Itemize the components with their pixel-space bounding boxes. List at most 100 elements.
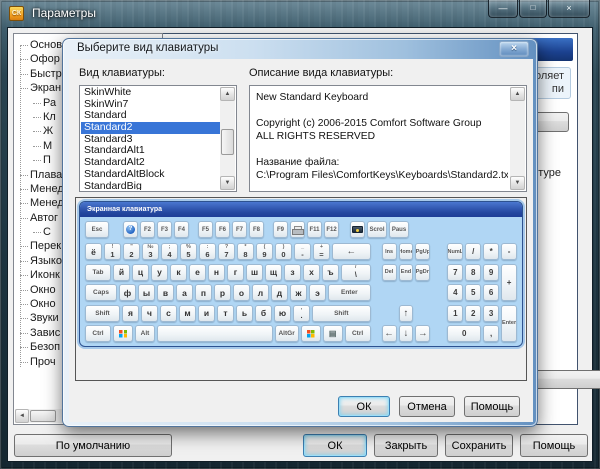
key-arrow[interactable]: ↓: [399, 325, 414, 342]
key-2[interactable]: 2: [465, 305, 481, 322]
kb-key[interactable]: (9: [256, 243, 273, 260]
key-f12[interactable]: F12: [324, 221, 339, 238]
key-numpad-enter[interactable]: Enter: [501, 305, 517, 343]
kb-key[interactable]: у: [151, 264, 168, 281]
key-f3[interactable]: F3: [157, 221, 172, 238]
key-7[interactable]: 7: [447, 264, 463, 281]
kb-key[interactable]: ш: [246, 264, 263, 281]
key-pgup[interactable]: PgUp: [415, 243, 430, 260]
key-5[interactable]: 5: [465, 284, 481, 301]
key-scroll-lock[interactable]: Scrol: [367, 221, 387, 238]
key-menu[interactable]: ▤: [323, 325, 343, 342]
ok-button[interactable]: ОК: [303, 434, 367, 457]
kb-key[interactable]: *8: [237, 243, 254, 260]
kb-key[interactable]: ;4: [161, 243, 178, 260]
key-pgdn[interactable]: PgDn: [415, 264, 430, 281]
key-end[interactable]: End: [399, 264, 414, 281]
key-f6[interactable]: F6: [215, 221, 230, 238]
kb-key[interactable]: е: [189, 264, 206, 281]
key-6[interactable]: 6: [483, 284, 499, 301]
kb-key[interactable]: ,.: [293, 305, 310, 322]
key-4[interactable]: 4: [447, 284, 463, 301]
kb-key[interactable]: "2: [123, 243, 140, 260]
kb-key[interactable]: )0: [275, 243, 292, 260]
kb-key[interactable]: х: [303, 264, 320, 281]
kb-key[interactable]: э: [309, 284, 326, 301]
kb-key[interactable]: ю: [274, 305, 291, 322]
key-tab[interactable]: Tab: [85, 264, 111, 281]
kb-key[interactable]: о: [233, 284, 250, 301]
key-ins[interactable]: Ins: [382, 243, 397, 260]
scroll-down-arrow-icon[interactable]: ▼: [220, 176, 235, 190]
key-win-left[interactable]: [113, 325, 133, 342]
kb-key[interactable]: г: [227, 264, 244, 281]
key-shift-left[interactable]: Shift: [85, 305, 120, 322]
kb-key[interactable]: з: [284, 264, 301, 281]
scrollbar-thumb[interactable]: [221, 129, 234, 155]
kb-key[interactable]: д: [271, 284, 288, 301]
key-9[interactable]: 9: [483, 264, 499, 281]
key-f10[interactable]: [290, 221, 305, 238]
scroll-left-arrow-icon[interactable]: ◄: [15, 409, 29, 423]
key-3[interactable]: 3: [483, 305, 499, 322]
key-f8[interactable]: F8: [249, 221, 264, 238]
kb-key[interactable]: и: [198, 305, 215, 322]
kb-key[interactable]: р: [214, 284, 231, 301]
kb-key[interactable]: п: [195, 284, 212, 301]
key-del[interactable]: Del: [382, 264, 397, 281]
kb-key[interactable]: -: [501, 243, 517, 260]
description-scrollbar[interactable]: ▲ ▼: [510, 87, 525, 190]
key-1[interactable]: 1: [447, 305, 463, 322]
key-8[interactable]: 8: [465, 264, 481, 281]
key-pause[interactable]: Paus: [389, 221, 409, 238]
defaults-button[interactable]: По умолчанию: [14, 434, 172, 457]
kb-key[interactable]: н: [208, 264, 225, 281]
key-f9[interactable]: F9: [273, 221, 288, 238]
key-numlock[interactable]: NumL: [447, 243, 463, 260]
key-arrow[interactable]: →: [415, 325, 430, 342]
kb-key[interactable]: ?7: [218, 243, 235, 260]
dialog-ok-button[interactable]: ОК: [338, 396, 390, 417]
kb-key[interactable]: с: [160, 305, 177, 322]
window-titlebar[interactable]: СК Параметры — □ ×: [0, 0, 600, 28]
list-item[interactable]: SkinWhite: [81, 87, 220, 99]
key-shift-right[interactable]: Shift: [312, 305, 371, 322]
kb-key[interactable]: *: [483, 243, 499, 260]
key-f2[interactable]: F2: [140, 221, 155, 238]
list-item[interactable]: Standard2: [81, 122, 220, 134]
list-scrollbar[interactable]: ▲ ▼: [220, 87, 235, 190]
scroll-up-arrow-icon[interactable]: ▲: [510, 87, 525, 101]
kb-key[interactable]: !1: [104, 243, 121, 260]
key-ctrl-right[interactable]: Ctrl: [345, 325, 371, 342]
kb-key[interactable]: _-: [294, 243, 311, 260]
key-win-right[interactable]: [301, 325, 321, 342]
help-button[interactable]: Помощь: [520, 434, 588, 457]
key-numpad-plus[interactable]: +: [501, 264, 517, 302]
kb-key[interactable]: а: [176, 284, 193, 301]
key-backslash[interactable]: /\: [341, 264, 371, 281]
dialog-help-button[interactable]: Помощь: [464, 396, 520, 417]
kb-key[interactable]: м: [179, 305, 196, 322]
kb-key[interactable]: %5: [180, 243, 197, 260]
scroll-down-arrow-icon[interactable]: ▼: [510, 176, 525, 190]
key-altgr[interactable]: AltGr: [275, 325, 299, 342]
key-numpad-decimal[interactable]: ,: [483, 325, 499, 342]
key-esc[interactable]: Esc: [85, 221, 109, 238]
kb-key[interactable]: ё: [85, 243, 102, 260]
dialog-cancel-button[interactable]: Отмена: [399, 396, 455, 417]
key-f5[interactable]: F5: [198, 221, 213, 238]
key-alt[interactable]: Alt: [135, 325, 155, 342]
kb-key[interactable]: к: [170, 264, 187, 281]
key-caps[interactable]: Caps: [85, 284, 117, 301]
list-item[interactable]: StandardAltBlock: [81, 169, 220, 181]
kb-key[interactable]: в: [157, 284, 174, 301]
key-home[interactable]: Home: [399, 243, 414, 260]
kb-key[interactable]: ц: [132, 264, 149, 281]
kb-key[interactable]: я: [122, 305, 139, 322]
kb-key[interactable]: ь: [236, 305, 253, 322]
list-item[interactable]: StandardBig: [81, 181, 220, 191]
kb-key[interactable]: й: [113, 264, 130, 281]
kb-key[interactable]: ф: [119, 284, 136, 301]
scrollbar-thumb[interactable]: [30, 410, 56, 422]
key-f4[interactable]: F4: [174, 221, 189, 238]
